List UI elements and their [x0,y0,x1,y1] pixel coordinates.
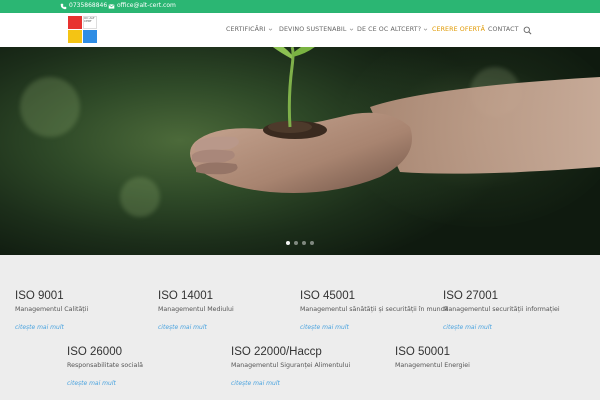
read-more-link[interactable]: citește mai mult [67,380,116,387]
slider-dot-4[interactable] [310,241,314,245]
slider-dot-3[interactable] [302,241,306,245]
envelope-icon [108,3,115,9]
service-title: ISO 14001 [158,290,213,302]
read-more-link[interactable]: citește mai mult [15,324,64,331]
read-more-link[interactable]: citește mai mult [300,324,349,331]
logo-square-yellow [68,30,82,43]
email-link[interactable]: office@alt-cert.com [108,1,176,11]
service-desc: Managementul Mediului [158,306,234,313]
site-header: OC ALT CERT CERTIFICĂRI DEVINO SUSTENABI… [0,13,600,47]
service-title: ISO 26000 [67,346,122,358]
read-more-link[interactable]: citește mai mult [443,324,492,331]
phone-number: 0735868846 [69,2,108,9]
email-address: office@alt-cert.com [117,2,176,9]
nav-cerere-oferta[interactable]: CERERE OFERTĂ [432,26,485,33]
chevron-down-icon [268,28,272,31]
service-iso-26000: ISO 26000 Responsabilitate socială citeș… [67,346,143,389]
service-title: ISO 22000/Haccp [231,346,322,358]
nav-devino-sustenabil[interactable]: DEVINO SUSTENABIL [279,26,354,33]
service-iso-50001: ISO 50001 Managementul Energiei [395,346,470,370]
service-title: ISO 27001 [443,290,498,302]
slider-dot-1[interactable] [286,241,290,245]
service-desc: Managementul Siguranței Alimentului [231,362,351,369]
search-icon[interactable] [523,26,532,35]
service-iso-27001: ISO 27001 Managementul securității infor… [443,290,560,333]
service-iso-14001: ISO 14001 Managementul Mediului citește … [158,290,234,333]
slider-dot-2[interactable] [294,241,298,245]
top-bar: 0735868846 office@alt-cert.com [0,0,600,13]
logo[interactable]: OC ALT CERT [68,16,98,45]
service-desc: Managementul Calității [15,306,89,313]
services-section: ISO 9001 Managementul Calității citește … [0,255,600,400]
service-desc: Managementul sănătății și securității în… [300,306,448,313]
service-title: ISO 9001 [15,290,64,302]
slider-dots [286,241,314,245]
service-iso-22000: ISO 22000/Haccp Managementul Siguranței … [231,346,350,389]
hand-with-seedling-image [190,47,600,193]
page: 0735868846 office@alt-cert.com OC ALT CE… [0,0,600,400]
logo-square-red [68,16,82,29]
read-more-link[interactable]: citește mai mult [231,380,280,387]
nav-de-ce-oc-altcert[interactable]: DE CE OC ALTCERT? [357,26,428,33]
nav-contact[interactable]: CONTACT [488,26,519,33]
chevron-down-icon [423,28,428,31]
chevron-down-icon [349,28,353,31]
hero-slider[interactable] [0,47,600,255]
service-desc: Managementul securității informației [443,306,560,313]
service-iso-45001: ISO 45001 Managementul sănătății și secu… [300,290,448,333]
phone-link[interactable]: 0735868846 [60,1,107,11]
service-desc: Responsabilitate socială [67,362,143,369]
read-more-link[interactable]: citește mai mult [158,324,207,331]
phone-icon [60,3,67,9]
logo-square-blue [83,30,97,43]
service-desc: Managementul Energiei [395,362,470,369]
service-iso-9001: ISO 9001 Managementul Calității citește … [15,290,88,333]
service-title: ISO 45001 [300,290,355,302]
service-title: ISO 50001 [395,346,450,358]
nav-certificari[interactable]: CERTIFICĂRI [226,26,273,33]
logo-text: OC ALT CERT [84,16,95,24]
